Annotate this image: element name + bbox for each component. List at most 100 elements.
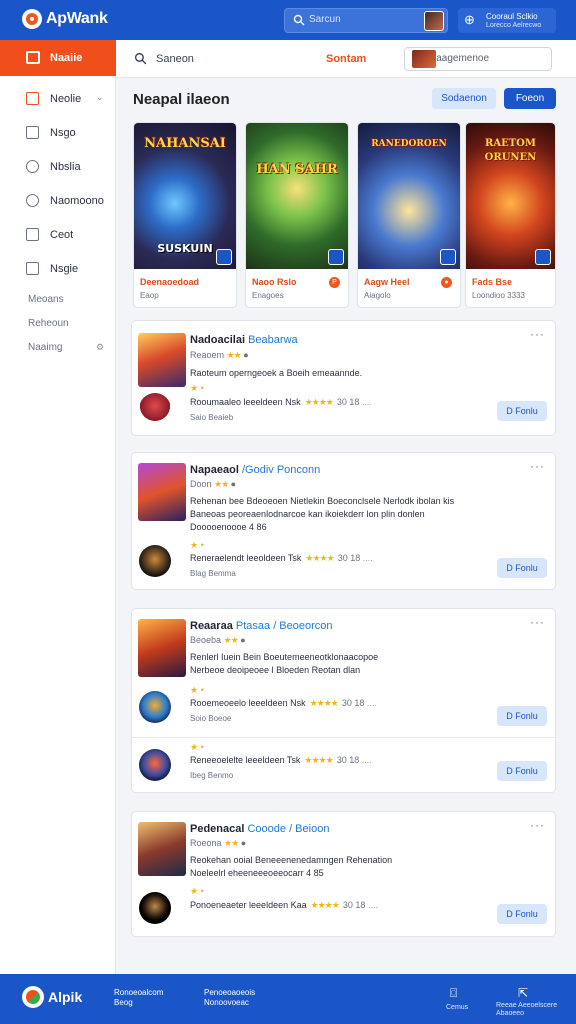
- sidebar-item-5[interactable]: Ceot: [0, 224, 116, 248]
- developer-row: Reneeoelelte leeeldeen Tsk ★★★★ 30 18 ....: [190, 755, 372, 765]
- sidebar-item-6[interactable]: Nsgie: [0, 258, 116, 282]
- footer-link[interactable]: Penoeoaoeois: [204, 988, 255, 998]
- profile-thumbnail[interactable]: [412, 50, 436, 68]
- download-badge-icon[interactable]: [535, 249, 551, 265]
- developer-sub: Ibeg Benmo: [190, 771, 234, 780]
- featured-card[interactable]: NAHANSAI SUSKUIN Deenaoedoad Eaop: [133, 122, 237, 308]
- logo-icon: [22, 986, 44, 1008]
- more-options-icon[interactable]: ···: [530, 327, 545, 341]
- game-title[interactable]: Napaeaol /Godiv Ponconn: [190, 464, 320, 476]
- account-menu[interactable]: ⊕ Cooraul Sclkio Lorecco Aelrecwo: [458, 8, 556, 33]
- sidebar-active-label: Naaiie: [50, 52, 83, 64]
- developer-sub: Saio Beaieb: [190, 413, 234, 422]
- install-button[interactable]: D Fonlu: [497, 904, 547, 924]
- app-logo[interactable]: ApWank: [22, 9, 108, 29]
- install-button[interactable]: D Fonlu: [497, 401, 547, 421]
- game-subtitle: Roeona ★★ ●: [190, 838, 247, 848]
- sidebar-sub-item-1[interactable]: Meoans: [28, 294, 64, 305]
- game-thumbnail[interactable]: [138, 619, 186, 677]
- location-icon: [26, 194, 39, 207]
- developer-row: Rooemeoeelo leeeldeen Nsk ★★★★ 30 18 ....: [190, 698, 377, 708]
- header-link[interactable]: Sontam: [326, 53, 366, 65]
- game-thumbnail[interactable]: [138, 822, 186, 876]
- sidebar-item-label: Nsgo: [50, 127, 76, 139]
- doc-icon: [26, 126, 39, 139]
- main-search-label[interactable]: Saneon: [156, 53, 194, 65]
- download-badge-icon[interactable]: [216, 249, 232, 265]
- secondary-button[interactable]: Sodaenon: [432, 88, 496, 109]
- more-options-icon[interactable]: ···: [530, 459, 545, 473]
- install-button[interactable]: D Fonlu: [497, 761, 547, 781]
- game-list-card[interactable]: ··· Pedenacal Cooode / Beioon Roeona ★★ …: [131, 811, 556, 937]
- more-options-icon[interactable]: ···: [530, 818, 545, 832]
- sidebar-item-label: Naomoono: [50, 195, 104, 207]
- download-badge-icon[interactable]: [440, 249, 456, 265]
- developer-avatar[interactable]: [139, 749, 171, 781]
- game-list-card[interactable]: ··· Nadoacilai Beabarwa Reaoem ★★ ● Raot…: [131, 320, 556, 436]
- game-subtitle: Beoeba ★★ ●: [190, 635, 246, 645]
- featured-card[interactable]: HAN SAHR Naoo Rslo P Enagoes: [245, 122, 349, 308]
- game-cover-image: RANEDOROEN: [358, 123, 460, 269]
- featured-card[interactable]: RANEDOROEN Aagw Heel ● Aiagolo: [357, 122, 461, 308]
- developer-avatar[interactable]: [139, 892, 171, 924]
- section-title: Neapal ilaeon: [133, 91, 230, 108]
- logo-icon: [22, 9, 42, 29]
- game-description-line2: Nerbeoe deoipeoee l Bloeden Reotan dlan: [190, 665, 361, 675]
- game-title[interactable]: Reaaraa Ptasaa / Beoeorcon: [190, 620, 333, 632]
- footer-link[interactable]: Nonoovoeac: [204, 998, 255, 1008]
- game-subtitle: Doon ★★ ●: [190, 479, 237, 489]
- game-list-card[interactable]: ··· Reaaraa Ptasaa / Beoeorcon Beoeba ★★…: [131, 608, 556, 793]
- divider: [132, 737, 555, 738]
- sidebar-sub-item-3[interactable]: Naaimg ⚙: [28, 342, 104, 353]
- sidebar-item-3[interactable]: Nbslia: [0, 156, 116, 180]
- developer-row: Rooumaaleo leeeldeen Nsk ★★★★ 30 18 ....: [190, 397, 372, 407]
- account-line2: Lorecco Aelrecwo: [486, 22, 542, 29]
- game-list-card[interactable]: ··· Napaeaol /Godiv Ponconn Doon ★★ ● Re…: [131, 452, 556, 590]
- account-icon: ⊕: [464, 12, 475, 27]
- developer-sub: Soio Boeoe: [190, 714, 232, 723]
- game-description-line1: Rehenan bee Bdeoeoen Nietlekin Boeconcls…: [190, 496, 455, 506]
- top-search-placeholder: Sarcun: [309, 14, 341, 25]
- top-search-input[interactable]: Sarcun: [284, 8, 448, 33]
- main-search-field[interactable]: Naagemenoe: [404, 47, 552, 71]
- footer-link[interactable]: Ronoeoalcom: [114, 988, 163, 998]
- footer-logo[interactable]: Alpik: [22, 986, 82, 1008]
- footer: Alpik Ronoeoalcom Beog Penoeoaoeois Nono…: [0, 974, 576, 1024]
- bag-icon: [26, 92, 39, 105]
- sidebar-item-1[interactable]: Neolie ⌄: [0, 88, 116, 112]
- camera-icon[interactable]: ⌼: [450, 986, 457, 1001]
- footer-column-1[interactable]: Ronoeoalcom Beog: [114, 988, 163, 1008]
- game-meta: Loondioo 3333: [472, 291, 525, 300]
- share-icon[interactable]: ⇱: [518, 986, 528, 1000]
- developer-sub: Blag Bemma: [190, 569, 236, 578]
- developer-avatar[interactable]: [139, 691, 171, 723]
- footer-icon-label: Cemus: [446, 1004, 469, 1011]
- install-button[interactable]: D Fonlu: [497, 706, 547, 726]
- sidebar-item-active[interactable]: Naaiie: [0, 40, 116, 76]
- sidebar-item-4[interactable]: Naomoono: [0, 190, 116, 214]
- download-badge-icon[interactable]: [328, 249, 344, 265]
- game-meta: Aiagolo: [364, 291, 391, 300]
- search-icon: [293, 14, 305, 26]
- footer-app-name: Alpik: [48, 989, 83, 1005]
- developer-avatar[interactable]: [139, 545, 171, 577]
- developer-avatar[interactable]: [139, 393, 171, 425]
- game-description-line1: Renlerl Iuein Bein Boeutemeeneotklonaaco…: [190, 652, 379, 662]
- footer-link[interactable]: Beog: [114, 998, 163, 1008]
- game-thumbnail[interactable]: [138, 333, 186, 387]
- game-meta: Enagoes: [252, 291, 284, 300]
- primary-button[interactable]: Foeon: [504, 88, 556, 109]
- game-title[interactable]: Nadoacilai Beabarwa: [190, 334, 298, 346]
- star-icon: ★ •: [190, 383, 204, 393]
- install-button[interactable]: D Fonlu: [497, 558, 547, 578]
- sidebar-sub-item-2[interactable]: Reheoun: [28, 318, 69, 329]
- game-thumbnail[interactable]: [138, 463, 186, 521]
- game-meta: Eaop: [140, 291, 159, 300]
- sidebar-item-label: Nsgie: [50, 263, 79, 275]
- more-options-icon[interactable]: ···: [530, 615, 545, 629]
- sidebar-item-2[interactable]: Nsgo: [0, 122, 116, 146]
- user-avatar[interactable]: [424, 11, 444, 31]
- footer-column-2[interactable]: Penoeoaoeois Nonoovoeac: [204, 988, 255, 1008]
- game-title[interactable]: Pedenacal Cooode / Beioon: [190, 823, 329, 835]
- featured-card[interactable]: RAETOM ORUNEN Fads Bse Loondioo 3333: [465, 122, 556, 308]
